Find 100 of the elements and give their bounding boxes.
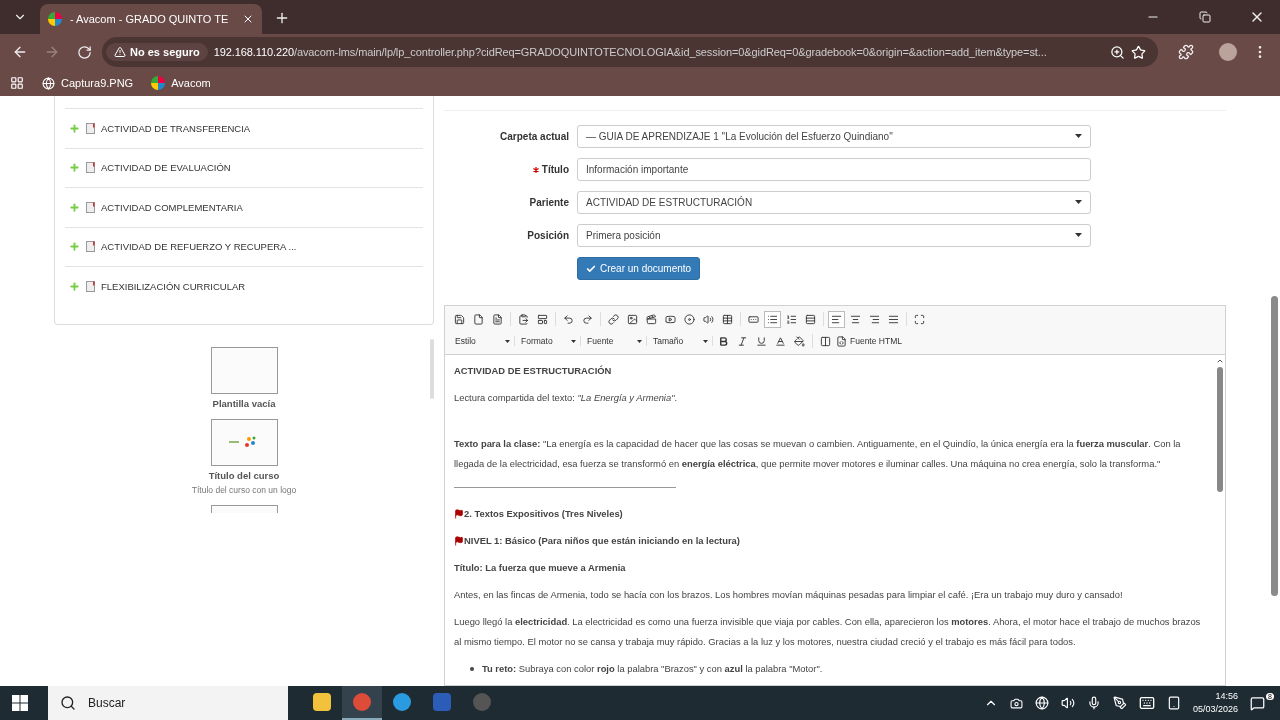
document-icon bbox=[86, 280, 95, 292]
outline-item[interactable]: ACTIVIDAD DE TRANSFERENCIA bbox=[101, 122, 251, 134]
outline-item[interactable]: ACTIVIDAD DE REFUERZO Y RECUPERA ... bbox=[101, 241, 297, 253]
code-file-icon bbox=[836, 335, 847, 347]
bookmark-link[interactable]: Avacom bbox=[171, 77, 211, 89]
create-document-button[interactable]: Crear un documento bbox=[577, 257, 701, 280]
new-tab-icon[interactable] bbox=[274, 10, 290, 26]
template-thumbnail[interactable] bbox=[210, 418, 278, 466]
folder-app-icon[interactable] bbox=[313, 693, 331, 711]
security-chip[interactable]: No es seguro bbox=[106, 43, 208, 61]
document-heading: 2. Textos Expositivos (Tres Niveles) bbox=[464, 507, 623, 521]
address-bar[interactable]: No es seguro 192.168.110.220/avacom-lms/main/lp/lp_controller.php?cidReq=GRADOQUINTOTECNOLOGIA&id_session=0&gidReq=0&gradebook=0&origin=&action=add_item&type=st... bbox=[102, 37, 1158, 67]
speaker-icon bbox=[703, 313, 714, 325]
pen-icon[interactable] bbox=[1112, 696, 1127, 710]
browser-tab[interactable]: - Avacom - GRADO QUINTO TE bbox=[40, 4, 262, 34]
reload-icon[interactable] bbox=[76, 44, 92, 60]
caret-icon bbox=[1075, 200, 1082, 205]
document-icon bbox=[86, 201, 95, 213]
flag-icon bbox=[454, 509, 464, 519]
taskbar-search-field[interactable]: Buscar bbox=[48, 686, 288, 720]
italic-icon bbox=[737, 335, 748, 347]
caret-icon bbox=[703, 339, 708, 343]
text-field[interactable]: Información importante bbox=[577, 158, 1091, 181]
film-icon bbox=[646, 313, 657, 325]
caret-icon bbox=[571, 339, 576, 343]
bookmark-link[interactable]: Captura9.PNG bbox=[61, 77, 134, 89]
align-center-icon bbox=[850, 313, 861, 325]
flag-icon bbox=[454, 536, 464, 546]
camera-icon[interactable] bbox=[1009, 696, 1023, 710]
format-dropdown[interactable]: Tamaño bbox=[649, 336, 713, 346]
document-paragraph: Lectura compartida del texto: "La Energía y Armenia". bbox=[454, 391, 679, 405]
close-icon[interactable] bbox=[242, 13, 254, 25]
format-dropdown[interactable]: Estilo bbox=[451, 336, 515, 346]
speaker-icon[interactable] bbox=[1060, 696, 1075, 710]
lines-icon bbox=[805, 313, 816, 325]
document-icon bbox=[86, 122, 95, 134]
align-left-icon bbox=[831, 313, 842, 325]
check-icon bbox=[586, 263, 596, 274]
microphone-icon[interactable] bbox=[1086, 696, 1101, 710]
caret-icon bbox=[1075, 233, 1082, 238]
text-color-icon bbox=[775, 335, 786, 347]
puzzle-icon[interactable] bbox=[1178, 44, 1194, 60]
format-dropdown[interactable]: Formato bbox=[517, 336, 581, 346]
select-field[interactable]: ACTIVIDAD DE ESTRUCTURACIÓN bbox=[577, 191, 1091, 214]
bulleted-list-icon bbox=[767, 313, 778, 325]
blank-page-icon bbox=[473, 313, 484, 325]
format-dropdown[interactable]: Fuente bbox=[583, 336, 647, 346]
play-icon bbox=[665, 313, 676, 325]
profile-avatar[interactable] bbox=[1219, 43, 1237, 61]
globe-icon bbox=[42, 76, 55, 90]
star-icon[interactable] bbox=[1131, 44, 1146, 60]
underline-icon bbox=[756, 335, 767, 347]
document-heading: Título: La fuerza que mueve a Armenia bbox=[454, 561, 627, 575]
page-icon bbox=[492, 313, 503, 325]
select-field[interactable]: Primera posición bbox=[577, 224, 1091, 247]
apps-icon[interactable] bbox=[10, 76, 24, 90]
scrollbar-thumb[interactable] bbox=[1217, 367, 1223, 492]
taskbar-app-button[interactable] bbox=[342, 686, 382, 720]
disc-icon bbox=[684, 313, 695, 325]
link-icon bbox=[608, 313, 619, 325]
document-icon bbox=[86, 162, 95, 174]
keyboard-icon[interactable] bbox=[1138, 695, 1155, 711]
bullet-icon bbox=[470, 667, 474, 671]
template-thumbnail[interactable] bbox=[210, 504, 278, 513]
maximize-icon bbox=[914, 313, 925, 325]
zoom-icon[interactable] bbox=[1110, 44, 1125, 60]
image-icon bbox=[627, 313, 638, 325]
template-title: Plantilla vacía bbox=[212, 397, 276, 409]
bullets-tool-button[interactable] bbox=[764, 310, 781, 328]
scroll-up-icon[interactable] bbox=[1216, 357, 1224, 365]
field-label: Posición bbox=[527, 230, 569, 241]
notifications-icon[interactable] bbox=[1250, 695, 1265, 711]
field-label: Carpeta actual bbox=[500, 131, 569, 142]
select-field[interactable]: — GUIA DE APRENDIZAJE 1 "La Evolución del Esfuerzo Quindiano" bbox=[577, 125, 1091, 148]
search-icon bbox=[60, 695, 76, 711]
caret-icon bbox=[637, 339, 642, 343]
clock[interactable]: 14:56 05/03/2026 bbox=[1192, 690, 1238, 716]
template-thumbnail[interactable] bbox=[210, 346, 278, 394]
template-icon bbox=[537, 313, 548, 325]
outline-item[interactable]: FLEXIBILIZACIÓN CURRICULAR bbox=[101, 280, 246, 292]
clipboard-icon bbox=[518, 313, 529, 325]
field-label: Pariente bbox=[529, 197, 569, 208]
paint-bucket-icon bbox=[794, 335, 805, 347]
document-icon bbox=[86, 241, 95, 253]
url-text: 192.168.110.220/avacom-lms/main/lp/lp_controller.php?cidReq=GRADOQUINTOTECNOLOGIA&id_session=0&gidReq=0&gradebook=0&origin=&action=add_item&type=st... bbox=[213, 46, 1047, 58]
scrollbar-thumb[interactable] bbox=[430, 338, 434, 399]
left-tool-button[interactable] bbox=[828, 310, 845, 328]
align-justify-icon bbox=[888, 313, 899, 325]
outline-item[interactable]: ACTIVIDAD COMPLEMENTARIA bbox=[101, 201, 243, 213]
source-button[interactable]: Fuente HTML bbox=[836, 335, 902, 347]
tablet-icon[interactable] bbox=[1166, 696, 1181, 710]
document-paragraph: Texto para la clase: "La energía es la capacidad de hacer que las cosas se muevan o cambien. Antiguamente, en el Quindío, la única energía era la fuerza muscular. Con la llegada de la electricidad, esa fuerza se transformó en energía eléctrica, que permite mover motores e iluminar calles. Una máquina no crea energía, solo la transforma." bbox=[454, 437, 1182, 471]
browser-app-icon[interactable] bbox=[393, 693, 411, 711]
scrollbar-thumb[interactable] bbox=[1270, 296, 1278, 596]
table-icon bbox=[722, 313, 733, 325]
windows-logo-icon[interactable] bbox=[12, 695, 28, 711]
outline-item[interactable]: ACTIVIDAD DE EVALUACIÓN bbox=[101, 162, 231, 174]
site-icon bbox=[48, 12, 62, 26]
globe-icon[interactable] bbox=[1034, 696, 1049, 710]
restore-icon[interactable] bbox=[1199, 11, 1211, 23]
